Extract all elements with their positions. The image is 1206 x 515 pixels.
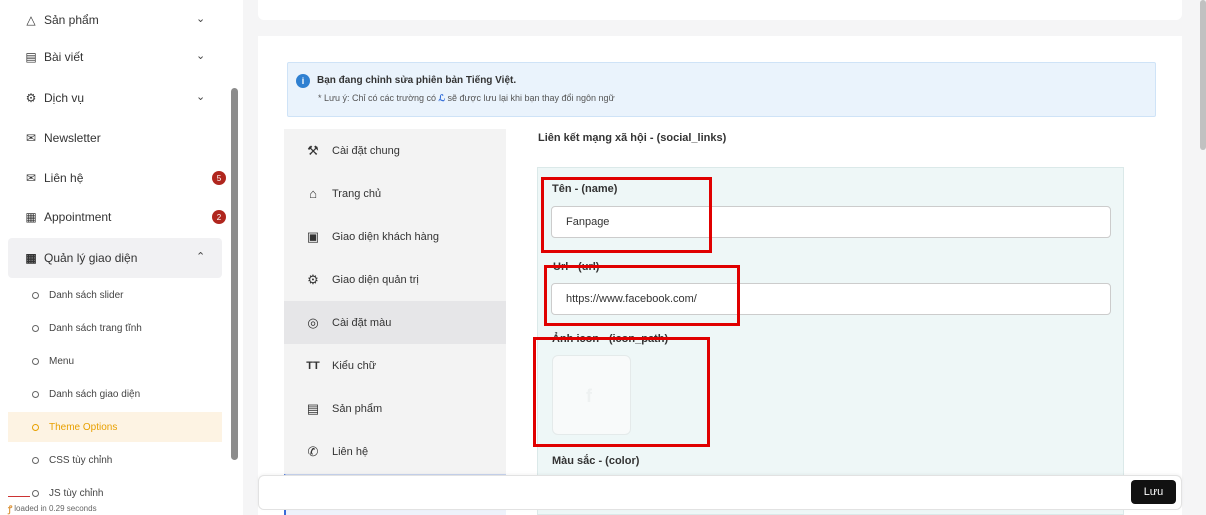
chevron-up-icon: ⌃ bbox=[196, 251, 206, 263]
mail-icon: ✉ bbox=[25, 131, 37, 145]
settings-tab-label: Giao diện quản trị bbox=[332, 273, 419, 286]
sidebar-subitem-theme-options[interactable]: Theme Options bbox=[8, 412, 222, 442]
sidebar-item-label: Dịch vụ bbox=[44, 91, 85, 105]
divider bbox=[8, 496, 30, 497]
calendar-icon: ▦ bbox=[25, 210, 37, 224]
settings-tab-colors[interactable]: ◎ Cài đặt màu bbox=[284, 301, 506, 344]
circle-icon bbox=[32, 390, 39, 398]
sidebar-item-newsletter[interactable]: ✉ Newsletter bbox=[0, 118, 228, 158]
sidebar-subitem-label: Menu bbox=[49, 355, 75, 367]
sidebar-subitem-label: Theme Options bbox=[49, 421, 118, 433]
wrench-icon: ⚒ bbox=[307, 142, 319, 158]
sidebar-item-label: Liên hệ bbox=[44, 171, 84, 185]
sidebar-item-posts[interactable]: ▤ Bài viết ⌄ bbox=[0, 37, 228, 77]
info-note-prefix: * Lưu ý: Chỉ có các trường có bbox=[318, 93, 436, 103]
sidebar-item-label: Quản lý giao diện bbox=[44, 251, 138, 265]
sidebar-subitem-custom-css[interactable]: CSS tùy chỉnh bbox=[8, 445, 222, 475]
count-badge: 2 bbox=[212, 210, 226, 224]
settings-tab-home[interactable]: ⌂ Trang chủ bbox=[284, 172, 506, 215]
chevron-down-icon: ⌄ bbox=[196, 50, 206, 62]
page-scrollbar[interactable] bbox=[1200, 0, 1206, 150]
debug-logo-icon: ꝭ bbox=[8, 504, 13, 514]
circle-icon bbox=[32, 357, 39, 365]
save-button[interactable]: Lưu bbox=[1131, 480, 1176, 504]
settings-tab-label: Kiểu chữ bbox=[332, 359, 377, 372]
typography-icon: TT bbox=[306, 359, 320, 372]
chevron-down-icon: ⌄ bbox=[196, 13, 206, 25]
info-icon: i bbox=[296, 74, 310, 88]
info-note: * Lưu ý: Chỉ có các trường có ℒ sẽ được … bbox=[318, 93, 615, 104]
mail-icon: ✉ bbox=[25, 171, 37, 185]
sidebar-item-label: Newsletter bbox=[44, 131, 101, 145]
settings-nav: ⚒ Cài đặt chung ⌂ Trang chủ ▣ Giao diện … bbox=[284, 129, 506, 515]
sidebar-subitem-menu[interactable]: Menu bbox=[8, 346, 222, 376]
settings-tab-label: Sản phẩm bbox=[332, 402, 383, 415]
settings-tab-typography[interactable]: TT Kiểu chữ bbox=[284, 344, 506, 387]
settings-tab-general[interactable]: ⚒ Cài đặt chung bbox=[284, 129, 506, 172]
count-badge: 5 bbox=[212, 171, 226, 185]
load-time: ꝭ loaded in 0.29 seconds bbox=[8, 502, 97, 515]
palette-icon: ◎ bbox=[307, 314, 319, 330]
info-title: Bạn đang chỉnh sửa phiên bản Tiếng Việt. bbox=[317, 75, 517, 86]
sidebar-subitem-static-pages[interactable]: Danh sách trang tĩnh bbox=[8, 313, 222, 343]
sidebar-item-appointment[interactable]: ▦ Appointment 2 bbox=[0, 197, 228, 237]
sidebar-item-theme-manager[interactable]: ▦ Quản lý giao diện ⌃ bbox=[0, 238, 228, 278]
language-info-box: i Bạn đang chỉnh sửa phiên bản Tiếng Việ… bbox=[287, 62, 1156, 117]
shapes-icon: △ bbox=[26, 13, 36, 27]
sidebar-item-label: Appointment bbox=[44, 210, 112, 224]
sidebar-subitem-label: Danh sách trang tĩnh bbox=[49, 322, 142, 334]
sidebar: △ Sản phẩm ⌄ ▤ Bài viết ⌄ ⚙ Dịch vụ ⌄ ✉ … bbox=[0, 0, 243, 515]
settings-tab-label: Cài đặt chung bbox=[332, 144, 400, 157]
sidebar-scrollbar[interactable] bbox=[231, 88, 238, 460]
sidebar-subitem-label: Danh sách slider bbox=[49, 289, 124, 301]
circle-icon bbox=[32, 489, 39, 497]
highlight-box bbox=[544, 265, 740, 326]
sidebar-subitem-label: JS tùy chỉnh bbox=[49, 487, 104, 499]
sidebar-item-label: Sản phẩm bbox=[44, 13, 99, 27]
circle-icon bbox=[32, 423, 39, 431]
settings-tab-label: Giao diện khách hàng bbox=[332, 230, 440, 243]
color-label: Màu sắc - (color) bbox=[552, 455, 640, 467]
grid-icon: ▦ bbox=[25, 251, 37, 265]
circle-icon bbox=[32, 324, 39, 332]
sidebar-item-label: Bài viết bbox=[44, 50, 84, 64]
home-icon: ⌂ bbox=[309, 186, 317, 201]
image-icon: ▣ bbox=[306, 228, 320, 244]
article-icon: ▤ bbox=[25, 50, 37, 64]
sidebar-subitem-themes[interactable]: Danh sách giao diện bbox=[8, 379, 222, 409]
sidebar-item-contact[interactable]: ✉ Liên hệ 5 bbox=[0, 158, 228, 198]
circle-icon bbox=[32, 456, 39, 464]
sidebar-subitem-label: Danh sách giao diện bbox=[49, 388, 141, 400]
section-title: Liên kết mạng xã hội - (social_links) bbox=[538, 132, 727, 144]
settings-tab-contact[interactable]: ✆ Liên hệ bbox=[284, 430, 506, 473]
translate-icon: ℒ bbox=[438, 93, 445, 103]
circle-icon bbox=[32, 291, 39, 299]
sidebar-item-products[interactable]: △ Sản phẩm ⌄ bbox=[0, 0, 228, 40]
top-card bbox=[258, 0, 1182, 20]
action-bar bbox=[258, 475, 1182, 510]
phone-icon: ✆ bbox=[307, 443, 319, 459]
sidebar-subitem-slider[interactable]: Danh sách slider bbox=[8, 280, 222, 310]
settings-tab-label: Liên hệ bbox=[332, 445, 369, 458]
sidebar-subitem-label: CSS tùy chỉnh bbox=[49, 454, 113, 466]
load-time-text: loaded in 0.29 seconds bbox=[14, 504, 97, 513]
settings-tab-label: Trang chủ bbox=[332, 187, 382, 200]
highlight-box bbox=[541, 177, 712, 253]
settings-tab-label: Cài đặt màu bbox=[332, 316, 392, 329]
settings-box-icon: ⚙ bbox=[307, 271, 319, 287]
settings-tab-customer-ui[interactable]: ▣ Giao diện khách hàng bbox=[284, 215, 506, 258]
archive-icon: ▤ bbox=[306, 400, 320, 416]
services-icon: ⚙ bbox=[25, 91, 37, 105]
settings-tab-products[interactable]: ▤ Sản phẩm bbox=[284, 387, 506, 430]
highlight-box bbox=[533, 337, 710, 447]
info-note-suffix: sẽ được lưu lại khi bạn thay đổi ngôn ng… bbox=[447, 93, 615, 103]
settings-tab-admin-ui[interactable]: ⚙ Giao diện quản trị bbox=[284, 258, 506, 301]
chevron-down-icon: ⌄ bbox=[196, 91, 206, 103]
sidebar-item-services[interactable]: ⚙ Dịch vụ ⌄ bbox=[0, 78, 228, 118]
